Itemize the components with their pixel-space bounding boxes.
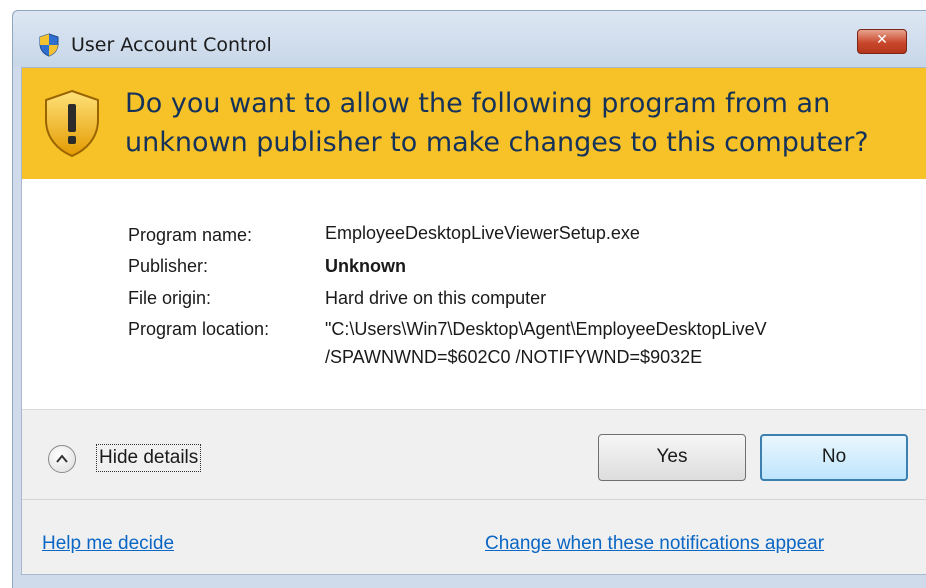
program-location-label: Program location: <box>128 319 270 339</box>
collapse-details-button[interactable] <box>48 445 76 473</box>
file-origin-value: Hard drive on this computer <box>325 288 547 308</box>
no-button[interactable]: No <box>760 434 908 481</box>
warning-message: Do you want to allow the following progr… <box>125 84 869 162</box>
window-title: User Account Control <box>71 34 272 56</box>
chevron-up-icon <box>56 454 68 463</box>
close-icon: ✕ <box>876 32 888 48</box>
warning-line-1: Do you want to allow the following progr… <box>125 88 831 119</box>
yes-button[interactable]: Yes <box>598 434 746 481</box>
footer-divider <box>22 499 926 500</box>
warning-banner: Do you want to allow the following progr… <box>22 68 926 179</box>
uac-shield-icon <box>39 33 59 57</box>
dialog-content: Do you want to allow the following progr… <box>21 67 926 575</box>
publisher-label: Publisher: <box>128 256 209 276</box>
title-bar: User Account Control ✕ <box>13 11 926 67</box>
change-notifications-link[interactable]: Change when these notifications appear <box>485 533 824 555</box>
help-me-decide-link[interactable]: Help me decide <box>42 533 174 555</box>
close-button[interactable]: ✕ <box>857 29 907 54</box>
publisher-value: Unknown <box>325 256 406 276</box>
program-location-value-line-1: "C:\Users\Win7\Desktop\Agent\EmployeeDes… <box>325 319 767 339</box>
warning-line-2: unknown publisher to make changes to thi… <box>125 127 869 158</box>
uac-dialog: User Account Control ✕ Do you want to al… <box>12 10 926 588</box>
hide-details-toggle[interactable]: Hide details <box>96 444 202 472</box>
file-origin-label: File origin: <box>128 288 212 308</box>
program-name-label: Program name: <box>128 225 253 245</box>
dialog-footer: Hide details Yes No Help me decide Chang… <box>22 409 926 574</box>
warning-shield-icon <box>45 89 99 158</box>
details-section: Program name: EmployeeDesktopLiveViewerS… <box>22 179 926 409</box>
program-name-value: EmployeeDesktopLiveViewerSetup.exe <box>325 223 640 243</box>
program-location-value-line-2: /SPAWNWND=$602C0 /NOTIFYWND=$9032E <box>325 347 703 367</box>
